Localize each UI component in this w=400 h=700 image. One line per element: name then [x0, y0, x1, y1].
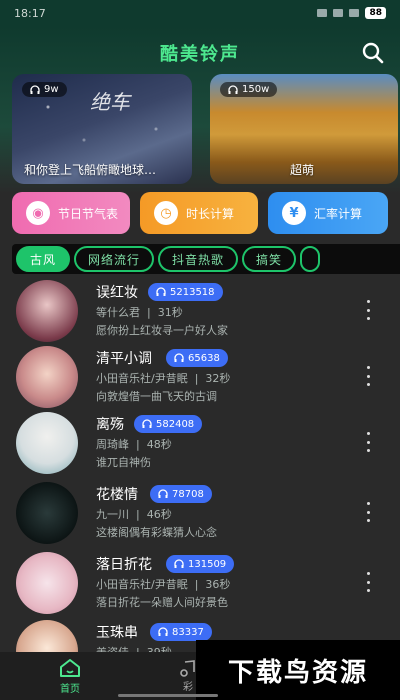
- home-icon: [60, 659, 80, 677]
- tool-row: ◉ 节日节气表 ◷ 时长计算 ¥ 汇率计算: [0, 192, 400, 234]
- more-options-button[interactable]: [364, 300, 372, 320]
- search-icon: [362, 42, 384, 64]
- tab-douyin-hits[interactable]: 抖音热歌: [158, 246, 239, 272]
- app-title: 酷美铃声: [160, 44, 240, 65]
- list-item[interactable]: 花楼情 78708 九一川 | 46秒 这楼阁偶有彩蝶猜人心念: [0, 482, 400, 548]
- play-count-badge: 65638: [166, 349, 228, 367]
- song-title: 清平小调: [96, 351, 152, 367]
- home-indicator: [118, 694, 218, 697]
- clock-icon: ◷: [154, 201, 178, 225]
- song-meta: 周琦峰 | 48秒: [96, 438, 172, 451]
- song-cover: [16, 482, 78, 544]
- song-title: 落日折花: [96, 557, 152, 573]
- play-count-badge: 131509: [166, 555, 235, 573]
- signal-icon: [333, 9, 344, 17]
- pin-icon: ◉: [26, 201, 50, 225]
- headphones-icon: [174, 559, 184, 568]
- headphones-icon: [228, 84, 238, 94]
- nav-second[interactable]: 彩: [178, 660, 198, 693]
- song-cover: [16, 280, 78, 342]
- song-description: 愿你扮上红妆寻一户好人家: [96, 324, 228, 337]
- status-icons: 88: [317, 7, 386, 19]
- watermark-logo: 下载鸟资源: [196, 640, 400, 700]
- search-button[interactable]: [360, 40, 386, 66]
- yen-icon: ¥: [282, 201, 306, 225]
- banner-count-badge: 150w: [220, 82, 278, 97]
- banner-caption: 和你登上飞船俯瞰地球…: [24, 163, 157, 177]
- tool-exchange-button[interactable]: ¥ 汇率计算: [268, 192, 388, 234]
- song-description: 落日折花一朵赠人间好景色: [96, 596, 228, 609]
- song-meta: 九一川 | 46秒: [96, 508, 172, 521]
- tab-funny[interactable]: 搞笑: [242, 246, 297, 272]
- list-item[interactable]: 误红妆 5213518 等什么君 | 31秒 愿你扮上红妆寻一户好人家: [0, 280, 400, 346]
- tab-network-popular[interactable]: 网络流行: [74, 246, 155, 272]
- more-options-button[interactable]: [364, 432, 372, 452]
- headphones-icon: [158, 489, 168, 498]
- song-description: 谁兀自神伤: [96, 456, 151, 469]
- song-cover: [16, 552, 78, 614]
- headphones-icon: [156, 287, 166, 296]
- more-options-button[interactable]: [364, 572, 372, 592]
- nav-home[interactable]: 首页: [50, 658, 90, 695]
- headphones-icon: [30, 84, 40, 94]
- status-bar: 18:17 88: [0, 0, 400, 26]
- tab-gufeng[interactable]: 古风: [16, 246, 71, 272]
- headphones-icon: [158, 627, 168, 636]
- song-meta: 小田音乐社/尹昔眠 | 36秒: [96, 578, 231, 591]
- more-options-button[interactable]: [364, 502, 372, 522]
- notification-icon: [317, 9, 328, 17]
- list-item[interactable]: 清平小调 65638 小田音乐社/尹昔眠 | 32秒 向敦煌借一曲飞天的古调: [0, 346, 400, 412]
- banner-caption: 超萌: [290, 163, 315, 177]
- music-icon: [180, 660, 195, 677]
- song-cover: [16, 346, 78, 408]
- list-item[interactable]: 落日折花 131509 小田音乐社/尹昔眠 | 36秒 落日折花一朵赠人间好景色: [0, 552, 400, 618]
- song-title: 离殇: [96, 417, 124, 433]
- song-meta: 等什么君 | 31秒: [96, 306, 183, 319]
- play-count-badge: 78708: [150, 485, 212, 503]
- status-time: 18:17: [14, 6, 46, 20]
- play-count-badge: 582408: [134, 415, 203, 433]
- battery-icon: 88: [365, 7, 386, 19]
- more-options-button[interactable]: [364, 366, 372, 386]
- banner-card[interactable]: 绝车 9w 和你登上飞船俯瞰地球…: [12, 74, 192, 184]
- play-count-badge: 5213518: [148, 283, 223, 301]
- tab-more[interactable]: [300, 246, 321, 272]
- banner-card[interactable]: 150w 超萌: [210, 74, 398, 184]
- headphones-icon: [174, 353, 184, 362]
- song-title: 误红妆: [96, 285, 138, 301]
- tool-duration-button[interactable]: ◷ 时长计算: [140, 192, 258, 234]
- song-description: 向敦煌借一曲飞天的古调: [96, 390, 217, 403]
- play-count-badge: 83337: [150, 623, 212, 641]
- song-title: 玉珠串: [96, 625, 138, 641]
- song-cover: [16, 412, 78, 474]
- banner-count-badge: 9w: [22, 82, 67, 97]
- song-description: 这楼阁偶有彩蝶猜人心念: [96, 526, 217, 539]
- wifi-icon: [349, 9, 360, 17]
- tool-festival-button[interactable]: ◉ 节日节气表: [12, 192, 130, 234]
- song-title: 花楼情: [96, 487, 138, 503]
- song-meta: 小田音乐社/尹昔眠 | 32秒: [96, 372, 231, 385]
- banner-art-text: 绝车: [90, 90, 130, 114]
- category-tabs: 古风 网络流行 抖音热歌 搞笑: [12, 244, 400, 274]
- headphones-icon: [142, 419, 152, 428]
- list-item[interactable]: 离殇 582408 周琦峰 | 48秒 谁兀自神伤: [0, 412, 400, 478]
